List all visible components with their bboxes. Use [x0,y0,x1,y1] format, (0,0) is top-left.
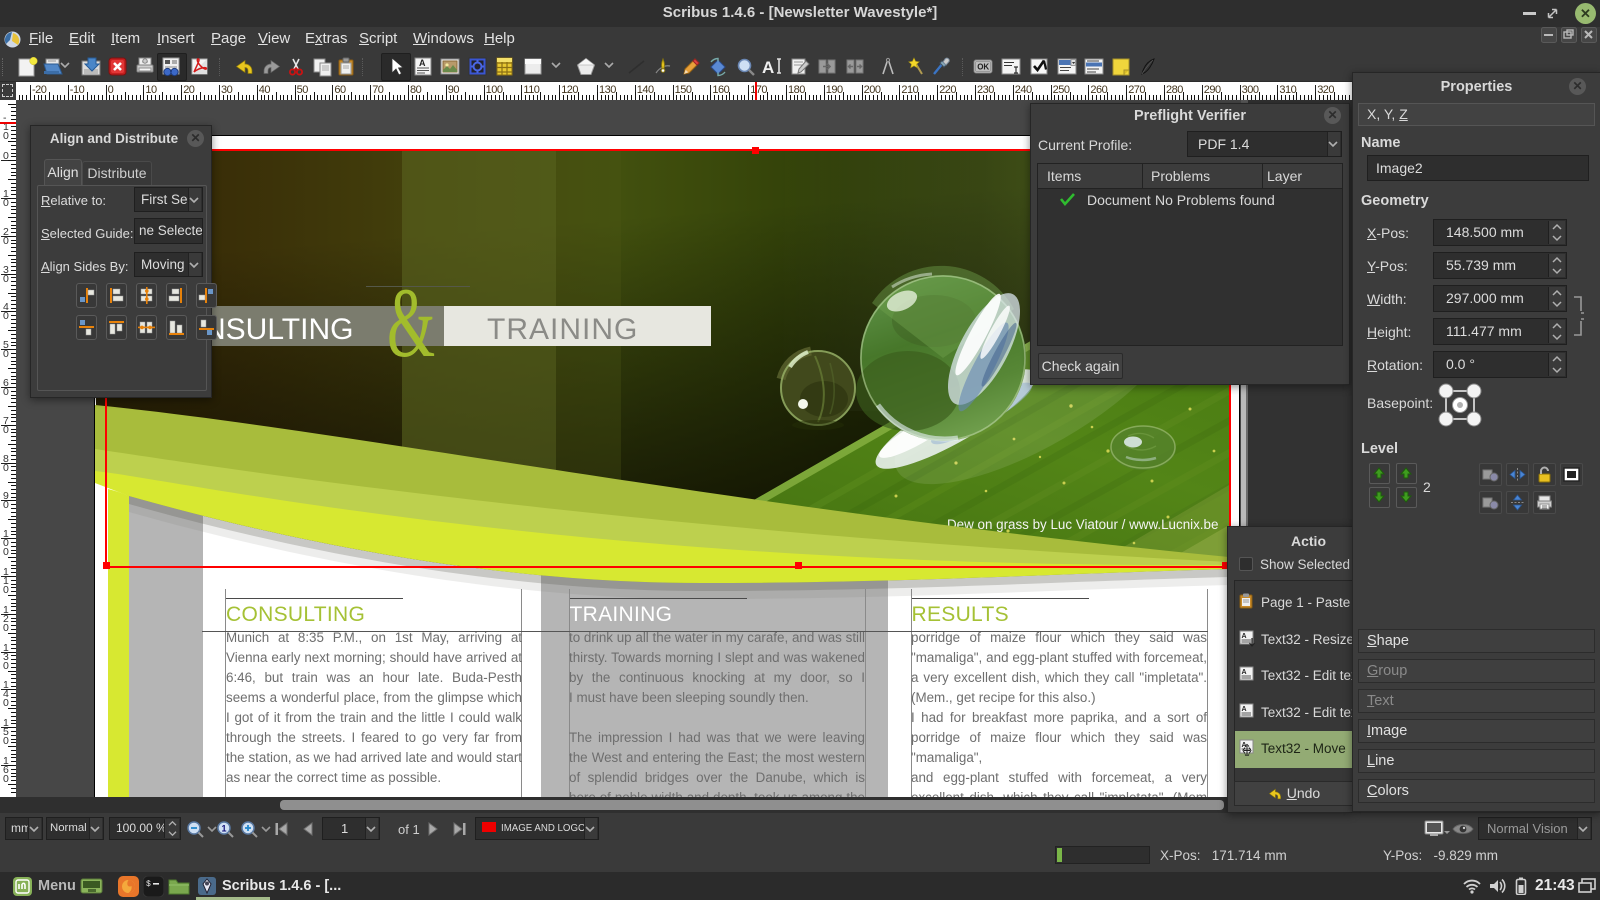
svg-text:$: $ [146,880,151,889]
svg-text:A: A [419,58,426,68]
svg-text:A: A [1242,706,1247,713]
svg-text:1: 1 [222,824,227,834]
svg-text:OK: OK [977,63,989,72]
svg-text:A: A [1242,669,1247,676]
svg-text:A: A [1242,633,1247,640]
svg-text:A: A [762,58,774,77]
